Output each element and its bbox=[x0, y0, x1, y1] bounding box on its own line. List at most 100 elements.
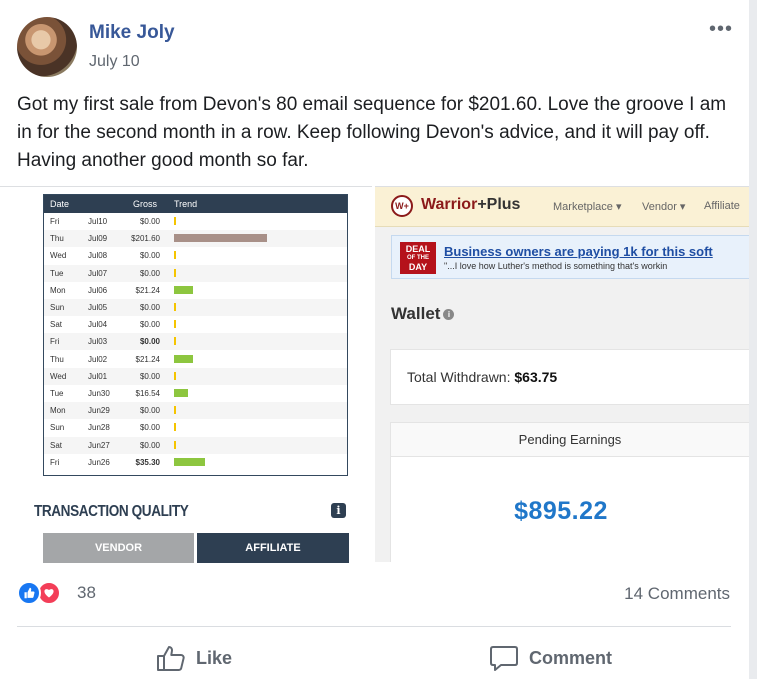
feed-edge bbox=[749, 0, 757, 679]
author-name[interactable]: Mike Joly bbox=[89, 22, 175, 44]
row-date: Jul03 bbox=[88, 337, 108, 347]
reaction-count[interactable]: 38 bbox=[77, 583, 96, 603]
row-date: Jul02 bbox=[88, 354, 108, 364]
row-gross: $201.60 bbox=[131, 234, 160, 244]
like-reaction-icon bbox=[17, 581, 41, 605]
facebook-post: Mike Joly July 10 ••• Got my first sale … bbox=[0, 0, 757, 679]
row-date: Jul07 bbox=[88, 268, 108, 278]
nav-affiliate[interactable]: Affiliate bbox=[704, 200, 740, 212]
row-day: Tue bbox=[50, 268, 64, 278]
deal-of-the-day-banner[interactable]: DEAL OF THE DAY Business owners are payi… bbox=[391, 235, 749, 279]
header-date: Date bbox=[50, 199, 70, 209]
row-date: Jul05 bbox=[88, 303, 108, 312]
row-day: Thu bbox=[50, 354, 64, 364]
comment-button[interactable]: Comment bbox=[489, 643, 612, 673]
wallet-info-icon[interactable]: i bbox=[443, 309, 455, 321]
brand-plus: +Plus bbox=[477, 196, 521, 213]
thumbs-up-icon bbox=[157, 646, 185, 671]
row-day: Fri bbox=[50, 457, 60, 467]
row-day: Sat bbox=[50, 440, 63, 450]
row-date: Jul01 bbox=[88, 371, 108, 381]
row-gross: $35.30 bbox=[135, 457, 160, 467]
row-gross: $21.24 bbox=[135, 285, 160, 295]
warrior-plus-brand: Warrior+Plus bbox=[421, 196, 520, 214]
table-row: Sun Jun28 $0.00 bbox=[44, 419, 347, 436]
table-row: Thu Jul02 $21.24 bbox=[44, 351, 347, 368]
nav-vendor[interactable]: Vendor ▾ bbox=[642, 200, 685, 213]
row-date: Jul10 bbox=[88, 217, 108, 226]
pending-earnings-value: $895.22 bbox=[514, 497, 608, 525]
trend-bar bbox=[174, 303, 176, 311]
deal-title-link[interactable]: Business owners are paying 1k for this s… bbox=[444, 244, 713, 259]
trend-bar bbox=[174, 423, 176, 432]
row-gross: $0.00 bbox=[139, 371, 160, 381]
avatar[interactable] bbox=[17, 17, 77, 77]
post-date[interactable]: July 10 bbox=[89, 53, 140, 71]
row-gross: $0.00 bbox=[139, 423, 160, 433]
withdrawn-card: Total Withdrawn: $63.75 bbox=[390, 349, 749, 405]
table-row: Wed Jul01 $0.00 bbox=[44, 367, 347, 385]
trend-bar bbox=[174, 406, 176, 415]
row-gross: $0.00 bbox=[139, 268, 160, 278]
row-date: Jul09 bbox=[88, 234, 108, 244]
table-row: Mon Jul06 $21.24 bbox=[44, 282, 347, 299]
pending-earnings-label: Pending Earnings bbox=[391, 423, 749, 457]
trend-bar bbox=[174, 389, 188, 397]
row-gross: $16.54 bbox=[135, 389, 160, 398]
table-row: Thu Jul09 $201.60 bbox=[44, 230, 347, 248]
total-withdrawn: Total Withdrawn: $63.75 bbox=[407, 369, 557, 385]
row-day: Sun bbox=[50, 303, 65, 312]
sales-table: Date Gross Trend Fri Jul10 $0.00 Thu Jul09 $2… bbox=[43, 194, 348, 476]
row-date: Jun26 bbox=[88, 457, 110, 467]
table-row: Fri Jul10 $0.00 bbox=[44, 213, 347, 230]
table-header: Date Gross Trend bbox=[44, 195, 347, 213]
nav-marketplace[interactable]: Marketplace ▾ bbox=[553, 200, 622, 213]
withdrawn-label: Total Withdrawn: bbox=[407, 369, 511, 385]
row-date: Jun30 bbox=[88, 389, 110, 398]
row-date: Jun27 bbox=[88, 440, 110, 450]
trend-bar bbox=[174, 320, 176, 329]
trend-bar bbox=[174, 268, 176, 277]
comment-bubble-icon bbox=[490, 646, 518, 671]
comments-count[interactable]: 14 Comments bbox=[624, 584, 730, 604]
trend-bar bbox=[174, 251, 176, 260]
wallet-heading: Wallet i bbox=[391, 304, 455, 324]
row-day: Mon bbox=[50, 406, 66, 416]
trend-bar bbox=[174, 354, 193, 363]
tab-affiliate[interactable]: AFFILIATE bbox=[197, 533, 349, 563]
row-gross: $0.00 bbox=[139, 217, 160, 226]
row-day: Wed bbox=[50, 371, 67, 381]
table-row: Wed Jul08 $0.00 bbox=[44, 247, 347, 264]
like-button[interactable]: Like bbox=[156, 643, 232, 673]
info-icon[interactable]: i bbox=[331, 503, 346, 518]
row-day: Thu bbox=[50, 234, 64, 244]
tab-vendor[interactable]: VENDOR bbox=[43, 533, 194, 563]
row-date: Jun29 bbox=[88, 406, 110, 416]
deal-badge-line: DAY bbox=[408, 262, 428, 272]
row-day: Fri bbox=[50, 337, 60, 347]
sales-report-image[interactable]: Date Gross Trend Fri Jul10 $0.00 Thu Jul09 $2… bbox=[0, 186, 372, 563]
row-day: Sat bbox=[50, 320, 63, 330]
row-date: Jul04 bbox=[88, 320, 108, 330]
trend-bar bbox=[174, 457, 205, 466]
withdrawn-value: $63.75 bbox=[514, 369, 558, 385]
row-day: Wed bbox=[50, 251, 67, 261]
warrior-plus-logo-icon: W+ bbox=[391, 195, 413, 217]
like-label: Like bbox=[196, 647, 233, 668]
more-options-icon[interactable]: ••• bbox=[709, 18, 733, 41]
trend-bar bbox=[174, 285, 193, 294]
deal-badge-line: DEAL bbox=[405, 244, 431, 254]
header-trend: Trend bbox=[174, 199, 198, 209]
table-row: Mon Jun29 $0.00 bbox=[44, 402, 347, 420]
table-row: Sat Jul04 $0.00 bbox=[44, 316, 347, 333]
brand-warrior: Warrior bbox=[421, 196, 478, 213]
row-gross: $0.00 bbox=[139, 303, 160, 312]
row-date: Jul06 bbox=[88, 285, 108, 295]
post-text: Got my first sale from Devon's 80 email … bbox=[17, 94, 727, 171]
trend-bar bbox=[174, 217, 176, 225]
wallet-screenshot-image[interactable]: W+ Warrior+Plus Marketplace ▾ Vendor ▾ A… bbox=[375, 186, 749, 562]
trend-bar bbox=[174, 337, 176, 346]
row-gross: $21.24 bbox=[135, 354, 160, 364]
header-gross: Gross bbox=[133, 199, 158, 209]
row-date: Jun28 bbox=[88, 423, 110, 433]
